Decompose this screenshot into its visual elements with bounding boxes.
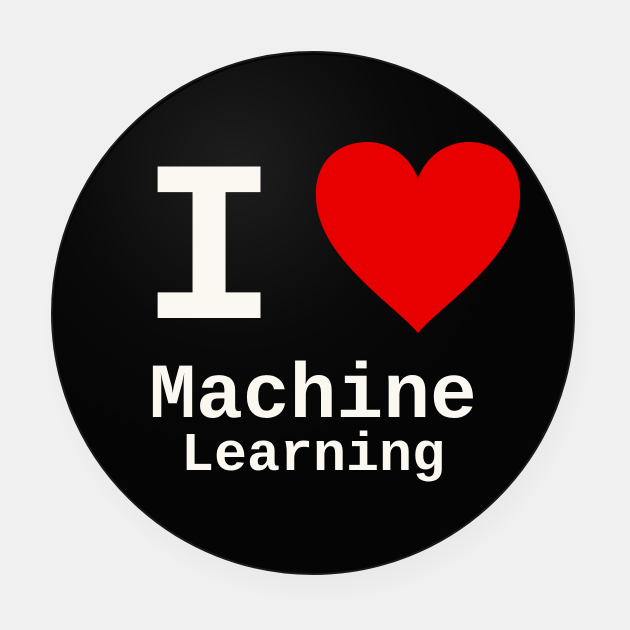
pin-gloss xyxy=(55,55,571,571)
pin-button-scene: I Machine Learning xyxy=(0,0,630,630)
word-i: I xyxy=(140,128,278,388)
learning-line: Learning xyxy=(181,424,445,487)
